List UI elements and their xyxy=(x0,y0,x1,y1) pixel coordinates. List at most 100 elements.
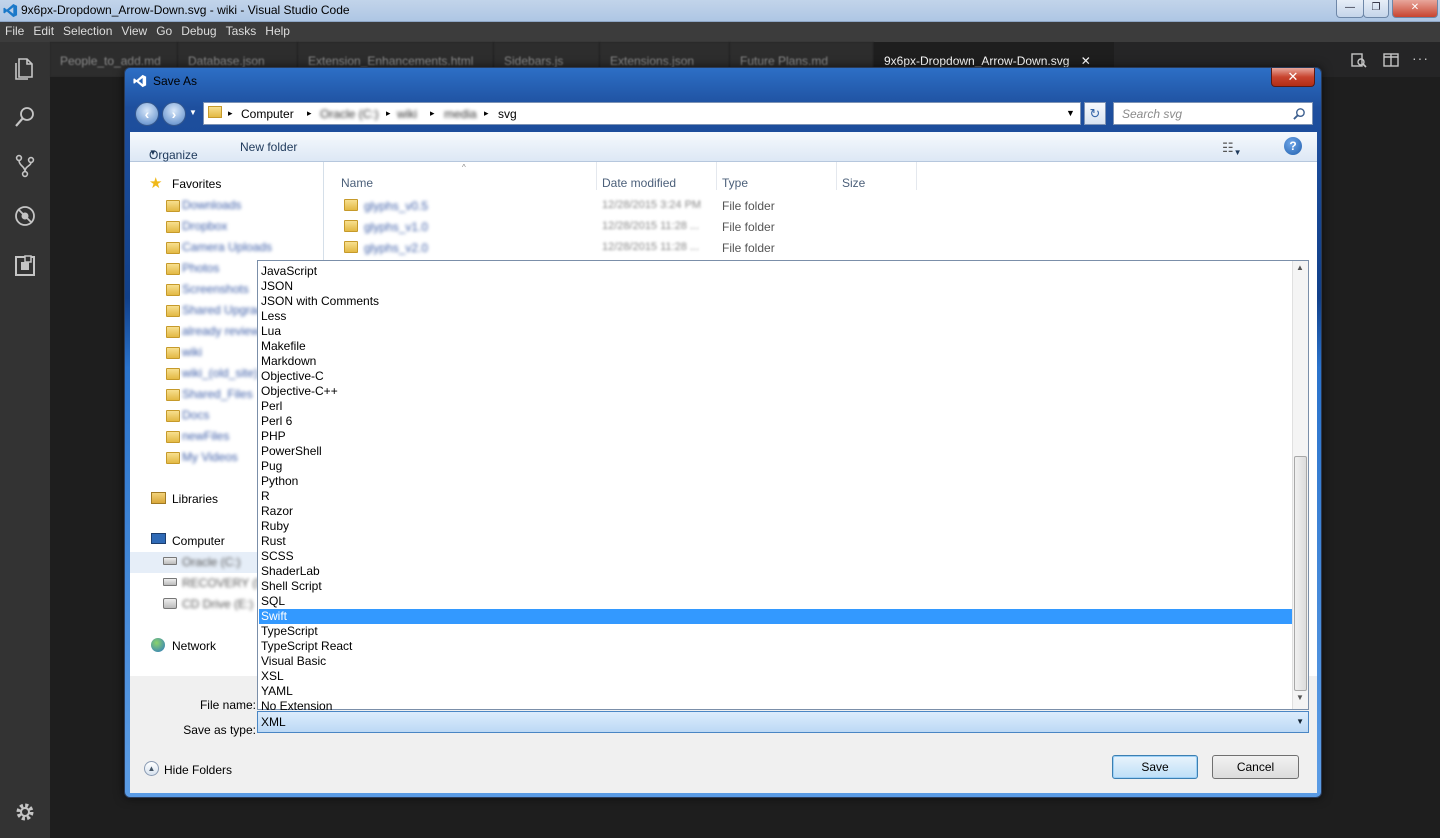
type-option[interactable]: Shell Script xyxy=(259,579,1293,594)
type-option[interactable]: Makefile xyxy=(259,339,1293,354)
help-button[interactable]: ? xyxy=(1284,137,1302,155)
breadcrumb-current[interactable]: svg xyxy=(498,107,517,121)
address-dropdown-icon[interactable]: ▼ xyxy=(1066,108,1075,118)
source-control-icon[interactable] xyxy=(13,154,37,178)
debug-icon[interactable] xyxy=(13,204,37,228)
nav-drive[interactable]: Oracle (C:) xyxy=(182,555,241,569)
type-option[interactable]: PHP xyxy=(259,429,1293,444)
menu-debug[interactable]: Debug xyxy=(176,22,220,38)
file-row[interactable]: glyphs_v1.0 12/28/2015 11:28 ... File fold… xyxy=(324,218,1024,239)
menu-edit[interactable]: Edit xyxy=(28,22,58,38)
nav-favorites[interactable]: Favorites xyxy=(172,177,221,191)
type-option[interactable]: Visual Basic xyxy=(259,654,1293,669)
nav-favorite-item[interactable]: Photos xyxy=(182,261,219,275)
nav-network[interactable]: Network xyxy=(172,639,216,653)
scroll-up-icon[interactable]: ▲ xyxy=(1296,263,1304,272)
save-button[interactable]: Save xyxy=(1112,755,1198,779)
column-name[interactable]: Name xyxy=(341,176,373,190)
menu-go[interactable]: Go xyxy=(151,22,176,38)
scroll-down-icon[interactable]: ▼ xyxy=(1296,693,1304,702)
save-type-dropdown-list[interactable]: JavaScript JSON JSON with Comments Less Lua M… xyxy=(257,260,1309,713)
close-tab-icon[interactable]: ✕ xyxy=(1081,54,1091,68)
nav-favorite-item[interactable]: wiki_(old_site) xyxy=(182,366,258,380)
window-close-button[interactable]: ✕ xyxy=(1392,0,1438,18)
type-option[interactable]: Ruby xyxy=(259,519,1293,534)
nav-favorite-item[interactable]: Dropbox xyxy=(182,219,227,233)
refresh-button[interactable]: ↻ xyxy=(1084,102,1106,125)
nav-favorite-item[interactable]: wiki xyxy=(182,345,202,359)
type-option[interactable]: JSON xyxy=(259,279,1293,294)
maximize-button[interactable]: ❐ xyxy=(1363,0,1389,18)
dialog-close-button[interactable]: ✕ xyxy=(1271,68,1315,87)
search-input[interactable]: Search svg xyxy=(1113,102,1313,125)
recent-locations-icon[interactable]: ▼ xyxy=(189,108,197,117)
column-size[interactable]: Size xyxy=(842,176,865,190)
nav-computer[interactable]: Computer xyxy=(172,534,225,548)
type-option[interactable]: Python xyxy=(259,474,1293,489)
type-option[interactable]: PowerShell xyxy=(259,444,1293,459)
nav-drive[interactable]: CD Drive (E:) xyxy=(182,597,253,611)
type-option[interactable]: Objective-C++ xyxy=(259,384,1293,399)
split-editor-icon[interactable] xyxy=(1383,52,1399,68)
settings-gear-icon[interactable] xyxy=(13,800,37,824)
type-option[interactable]: Pug xyxy=(259,459,1293,474)
type-option[interactable]: YAML xyxy=(259,684,1293,699)
type-option[interactable]: R xyxy=(259,489,1293,504)
type-option[interactable]: TypeScript React xyxy=(259,639,1293,654)
breadcrumb-computer[interactable]: Computer xyxy=(241,107,294,121)
type-option[interactable]: SCSS xyxy=(259,549,1293,564)
column-date-modified[interactable]: Date modified xyxy=(602,176,676,190)
type-option-selected[interactable]: Swift xyxy=(259,609,1293,624)
breadcrumb-folder[interactable]: media xyxy=(444,107,477,121)
scrollbar-thumb[interactable] xyxy=(1294,456,1307,691)
nav-favorite-item[interactable]: Camera Uploads xyxy=(182,240,272,254)
nav-favorite-item[interactable]: Docs xyxy=(182,408,209,422)
type-option[interactable]: SQL xyxy=(259,594,1293,609)
search-icon[interactable] xyxy=(13,105,37,129)
breadcrumb-folder[interactable]: wiki xyxy=(397,107,417,121)
open-preview-icon[interactable] xyxy=(1351,52,1367,68)
breadcrumb-drive[interactable]: Oracle (C:) xyxy=(320,107,379,121)
address-bar[interactable]: ▸ Computer ▸ Oracle (C:) ▸ wiki ▸ media … xyxy=(203,102,1081,125)
minimize-button[interactable]: — xyxy=(1336,0,1364,18)
forward-button[interactable]: › xyxy=(162,102,186,126)
hide-folders-button[interactable]: Hide Folders xyxy=(164,763,232,777)
hide-folders-icon[interactable]: ▲ xyxy=(144,761,159,776)
type-option[interactable]: Perl 6 xyxy=(259,414,1293,429)
save-type-select[interactable]: XML ▼ xyxy=(257,711,1309,733)
type-option[interactable]: Lua xyxy=(259,324,1293,339)
nav-favorite-item[interactable]: newFiles xyxy=(182,429,229,443)
type-option[interactable]: Razor xyxy=(259,504,1293,519)
type-option[interactable]: Markdown xyxy=(259,354,1293,369)
menu-help[interactable]: Help xyxy=(260,22,294,38)
type-option[interactable]: ShaderLab xyxy=(259,564,1293,579)
extensions-icon[interactable] xyxy=(13,254,37,278)
menu-selection[interactable]: Selection xyxy=(58,22,116,38)
new-folder-button[interactable]: New folder xyxy=(240,140,297,154)
menu-tasks[interactable]: Tasks xyxy=(221,22,261,38)
type-option[interactable]: JavaScript xyxy=(259,264,1293,279)
explorer-icon[interactable] xyxy=(13,56,37,80)
nav-favorite-item[interactable]: Screenshots xyxy=(182,282,249,296)
type-option[interactable]: TypeScript xyxy=(259,624,1293,639)
nav-libraries[interactable]: Libraries xyxy=(172,492,218,506)
type-option[interactable]: Rust xyxy=(259,534,1293,549)
nav-favorite-item[interactable]: My Videos xyxy=(182,450,238,464)
nav-favorite-item[interactable]: Downloads xyxy=(182,198,241,212)
type-option[interactable]: JSON with Comments xyxy=(259,294,1293,309)
file-row[interactable]: glyphs_v2.0 12/28/2015 11:28 ... File fold… xyxy=(324,239,1024,260)
menu-view[interactable]: View xyxy=(116,22,151,38)
menu-file[interactable]: File xyxy=(0,22,28,38)
type-option[interactable]: Objective-C xyxy=(259,369,1293,384)
type-option[interactable]: Perl xyxy=(259,399,1293,414)
cancel-button[interactable]: Cancel xyxy=(1212,755,1299,779)
nav-favorite-item[interactable]: Shared_Files xyxy=(182,387,253,401)
type-option[interactable]: XSL xyxy=(259,669,1293,684)
view-options-icon[interactable]: ☷ ▼ xyxy=(1222,140,1242,157)
file-row[interactable]: glyphs_v0.5 12/28/2015 3:24 PM File folder xyxy=(324,197,1024,218)
dropdown-scrollbar[interactable]: ▲ ▼ xyxy=(1292,261,1308,709)
back-button[interactable]: ‹ xyxy=(135,102,159,126)
column-type[interactable]: Type xyxy=(722,176,748,190)
more-actions-icon[interactable]: ··· xyxy=(1412,50,1429,66)
type-option[interactable]: Less xyxy=(259,309,1293,324)
